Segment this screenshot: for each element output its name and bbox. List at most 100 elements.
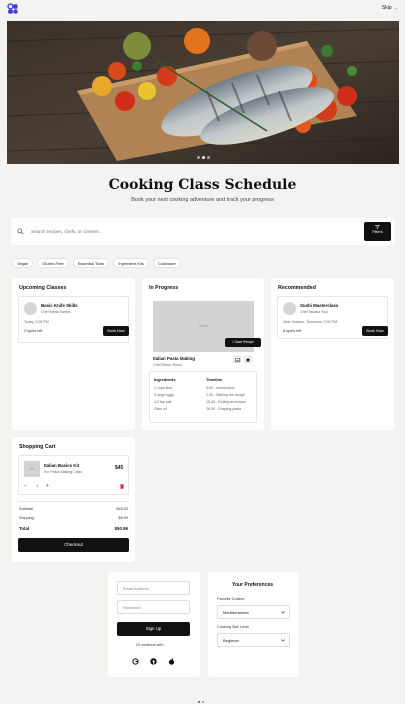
kit-thumbnail: Kit	[24, 461, 40, 477]
preferences-title: Your Preferences	[232, 582, 274, 588]
kit-thumbnail-label: Kit	[29, 467, 35, 471]
fullscreen-button[interactable]	[233, 356, 241, 363]
book-now-button[interactable]: Book Now	[103, 326, 129, 336]
skill-value: Beginner	[223, 638, 240, 643]
chevron-down-icon	[281, 611, 285, 614]
preferences-card: Your Preferences Favorite Cuisine Medite…	[208, 572, 299, 677]
decrease-quantity-button[interactable]: −	[24, 483, 27, 489]
logo-icon[interactable]	[7, 3, 19, 15]
filters-button[interactable]: Filters	[364, 222, 391, 241]
top-bar: Skip →	[0, 0, 405, 20]
spots-left: 2 spots left	[24, 329, 43, 333]
timeline-item[interactable]: 0:00 - Introduction	[206, 386, 235, 390]
carousel-dot[interactable]	[207, 156, 210, 159]
avatar	[283, 302, 296, 315]
ingredient-item: Olive oil	[154, 407, 167, 411]
chevron-down-icon	[281, 639, 285, 642]
book-now-button[interactable]: Book Now	[362, 326, 388, 336]
class-item[interactable]: Basic Knife Skills Chef Maria Santos Tod…	[18, 296, 129, 343]
apple-icon[interactable]	[168, 658, 175, 665]
chip-ingredient-kits[interactable]: Ingredient Kits	[113, 258, 149, 268]
info-icon	[246, 357, 250, 362]
chef-name: Chef Marco Rossi	[153, 363, 182, 367]
pagination-dot[interactable]	[202, 701, 204, 703]
item-name: Italian Basics Kit	[44, 463, 80, 468]
in-progress-card: In Progress Video ▪ Save Recipe Italian …	[142, 278, 264, 430]
subtotal-label: Subtotal	[19, 507, 33, 511]
card-title: Recommended	[278, 285, 316, 291]
timeline-item[interactable]: 28:00 - Shaping pasta	[206, 407, 241, 411]
class-name: Basic Knife Skills	[41, 303, 78, 308]
chip-essential-tools[interactable]: Essential Tools	[72, 258, 110, 268]
bottom-pagination	[198, 701, 204, 703]
chip-vegan[interactable]: Vegan	[12, 258, 34, 268]
page-title: Cooking Class Schedule	[108, 177, 297, 193]
video-player[interactable]: Video ▪ Save Recipe	[153, 301, 261, 352]
skill-label: Cooking Skill Level	[217, 625, 250, 629]
cuisine-label: Favorite Cuisine	[217, 597, 245, 601]
timeline-item[interactable]: 15:45 - Rolling technique	[206, 400, 246, 404]
increase-quantity-button[interactable]: +	[46, 483, 49, 489]
shipping-value: $5.99	[118, 516, 128, 520]
card-title: Upcoming Classes	[19, 285, 67, 291]
ingredients-title: Ingredients	[154, 377, 176, 382]
subtotal-value: $45.00	[116, 507, 128, 511]
timeline-item[interactable]: 2:30 - Making the dough	[206, 393, 245, 397]
divider	[18, 501, 129, 502]
subtitles-icon	[234, 357, 240, 362]
trash-icon[interactable]	[120, 484, 124, 489]
pagination-dot[interactable]	[198, 701, 200, 703]
total-label: Total	[19, 526, 30, 531]
password-field[interactable]: Password	[117, 600, 190, 614]
carousel-dot[interactable]	[197, 156, 200, 159]
chef-name: Chef Maria Santos	[41, 310, 71, 314]
next-session: Next Session: Tomorrow, 3:00 PM	[283, 320, 338, 324]
chef-name: Chef Tanaka Yuki	[300, 310, 328, 314]
ingredient-item: 3 large eggs	[154, 393, 174, 397]
recommended-card: Recommended Sushi Masterclass Chef Tanak…	[271, 278, 394, 430]
skip-link[interactable]: Skip →	[382, 5, 398, 11]
page-subtitle: Book your next cooking adventure and tra…	[131, 197, 274, 203]
item-price: $45	[115, 465, 124, 471]
spots-left: 8 spots left	[283, 329, 302, 333]
shopping-cart-card: Shopping Cart Kit Italian Basics Kit For…	[12, 437, 135, 562]
search-bar	[11, 218, 395, 245]
google-icon[interactable]	[132, 658, 139, 665]
avatar	[24, 302, 37, 315]
shipping-label: Shipping	[19, 516, 34, 520]
card-title: Shopping Cart	[19, 444, 56, 450]
hero-image	[7, 21, 399, 164]
cuisine-select[interactable]: Mediterranean	[217, 605, 290, 619]
ingredient-item: 1/2 tsp salt	[154, 400, 172, 404]
sign-up-button[interactable]: Sign Up	[117, 622, 190, 636]
carousel-dot[interactable]	[202, 156, 205, 159]
info-button[interactable]	[244, 356, 252, 363]
item-description: For Pasta Making Class	[44, 470, 83, 474]
cuisine-value: Mediterranean	[223, 610, 249, 615]
checkout-button[interactable]: Checkout	[18, 538, 129, 552]
class-name: Italian Pasta Making	[153, 356, 195, 361]
card-title: In Progress	[149, 285, 179, 291]
chip-gluten-free[interactable]: Gluten-Free	[37, 258, 69, 268]
ingredient-item: 2 cups flour	[154, 386, 173, 390]
upcoming-classes-card: Upcoming Classes Basic Knife Skills Chef…	[12, 278, 135, 430]
chip-cookware[interactable]: Cookware	[152, 258, 181, 268]
class-name: Sushi Masterclass	[300, 303, 339, 308]
search-input[interactable]	[31, 226, 331, 237]
quantity-value: 1	[36, 484, 39, 488]
email-field[interactable]: Email Address	[117, 581, 190, 595]
skill-select[interactable]: Beginner	[217, 633, 290, 647]
total-value: $50.99	[114, 526, 128, 531]
timeline-title: Timeline	[206, 377, 223, 382]
filter-chips: Vegan Gluten-Free Essential Tools Ingred…	[12, 258, 181, 268]
filters-label: Filters	[372, 230, 383, 234]
filter-icon	[375, 225, 380, 229]
class-time: Today, 2:00 PM	[24, 320, 49, 324]
facebook-icon[interactable]	[150, 658, 157, 665]
class-item[interactable]: Sushi Masterclass Chef Tanaka Yuki Next …	[277, 296, 388, 339]
save-recipe-button[interactable]: ▪ Save Recipe	[225, 338, 261, 347]
carousel-dots	[197, 156, 210, 159]
video-placeholder: Video	[198, 324, 209, 328]
recipe-details: Ingredients 2 cups flour 3 large eggs 1/…	[149, 371, 257, 423]
save-recipe-label: Save Recipe	[234, 340, 254, 344]
